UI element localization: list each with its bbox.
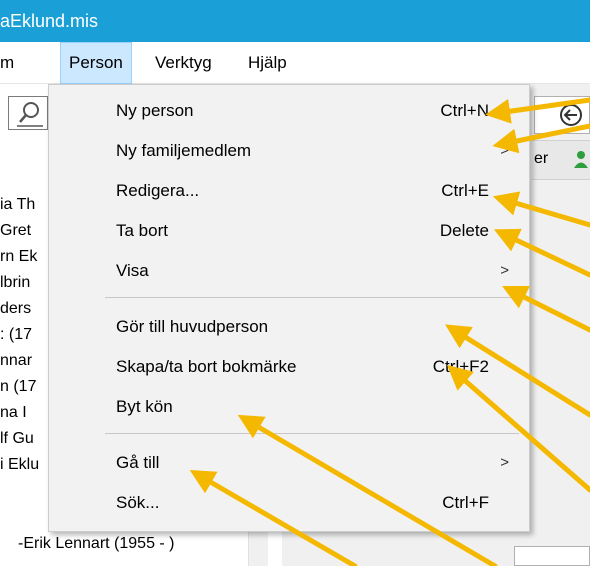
menu-item-gor-till-huvudperson[interactable]: Gör till huvudperson bbox=[49, 309, 529, 345]
menu-item-label: Gå till bbox=[116, 453, 160, 472]
tree-item[interactable]: n (17 bbox=[0, 375, 36, 399]
menu-program[interactable]: m bbox=[0, 42, 22, 84]
menu-verktyg[interactable]: Verktyg bbox=[147, 42, 220, 84]
tree-item[interactable]: : (17 bbox=[0, 323, 32, 347]
menu-item-shortcut: Delete bbox=[439, 221, 489, 240]
detail-box bbox=[514, 546, 590, 566]
menu-hjalp[interactable]: Hjälp bbox=[240, 42, 295, 84]
menu-item-ga-till[interactable]: Gå till > bbox=[49, 445, 529, 481]
person-icon[interactable] bbox=[574, 150, 588, 168]
menu-item-shortcut: Ctrl+N bbox=[440, 101, 489, 120]
tree-item[interactable]: Gret bbox=[0, 219, 31, 243]
menu-person[interactable]: Person bbox=[60, 42, 132, 84]
search-icon bbox=[17, 102, 43, 127]
menu-item-ta-bort[interactable]: Ta bort Delete bbox=[49, 213, 529, 249]
menu-item-byt-kon[interactable]: Byt kön bbox=[49, 389, 529, 425]
tree-item[interactable]: na I bbox=[0, 401, 27, 425]
title-bar: aEklund.mis bbox=[0, 0, 590, 42]
window-title: aEklund.mis bbox=[0, 11, 99, 31]
menu-item-shortcut: Ctrl+F2 bbox=[432, 357, 489, 376]
tree-item[interactable]: -Erik Lennart (1955 - ) bbox=[18, 532, 175, 556]
menu-separator bbox=[105, 433, 519, 434]
menu-item-label: Ny familjemedlem bbox=[116, 141, 252, 160]
tab-label-fragment[interactable]: er bbox=[534, 150, 548, 168]
person-menu-dropdown: Ny person Ctrl+N Ny familjemedlem > Redi… bbox=[48, 84, 530, 532]
tree-item[interactable]: rn Ek bbox=[0, 245, 37, 269]
menu-item-shortcut: Ctrl+F bbox=[442, 493, 489, 512]
menu-item-label: Byt kön bbox=[116, 397, 173, 416]
tree-item[interactable]: i Eklu bbox=[0, 453, 39, 477]
menu-item-sok[interactable]: Sök... Ctrl+F bbox=[49, 485, 529, 521]
tree-item[interactable]: lf Gu bbox=[0, 427, 34, 451]
back-button[interactable] bbox=[534, 96, 590, 134]
tree-item[interactable]: ia Th bbox=[0, 193, 35, 217]
menu-item-shortcut: Ctrl+E bbox=[441, 181, 489, 200]
menu-item-label: Ny person bbox=[116, 101, 194, 120]
search-button[interactable] bbox=[8, 96, 48, 130]
menu-item-skapa-ta-bort-bokmarke[interactable]: Skapa/ta bort bokmärke Ctrl+F2 bbox=[49, 349, 529, 385]
chevron-right-icon: > bbox=[500, 142, 509, 159]
chevron-right-icon: > bbox=[500, 262, 509, 279]
menu-item-visa[interactable]: Visa > bbox=[49, 253, 529, 289]
tree-item[interactable]: nnar bbox=[0, 349, 32, 373]
menu-item-label: Sök... bbox=[116, 493, 160, 512]
menu-item-label: Redigera... bbox=[116, 181, 200, 200]
menu-item-label: Visa bbox=[116, 261, 149, 280]
tree-item[interactable]: ders bbox=[0, 297, 31, 321]
menu-item-ny-person[interactable]: Ny person Ctrl+N bbox=[49, 93, 529, 129]
back-arrow-icon bbox=[560, 104, 582, 126]
chevron-right-icon: > bbox=[500, 454, 509, 471]
menu-item-redigera[interactable]: Redigera... Ctrl+E bbox=[49, 173, 529, 209]
menu-separator bbox=[105, 297, 519, 298]
menu-item-label: Skapa/ta bort bokmärke bbox=[116, 357, 297, 376]
menu-item-label: Ta bort bbox=[116, 221, 168, 240]
menu-item-ny-familjemedlem[interactable]: Ny familjemedlem > bbox=[49, 133, 529, 169]
tree-item[interactable]: lbrin bbox=[0, 271, 30, 295]
menu-item-label: Gör till huvudperson bbox=[116, 317, 269, 336]
menu-bar: m Person Verktyg Hjälp bbox=[0, 42, 590, 84]
